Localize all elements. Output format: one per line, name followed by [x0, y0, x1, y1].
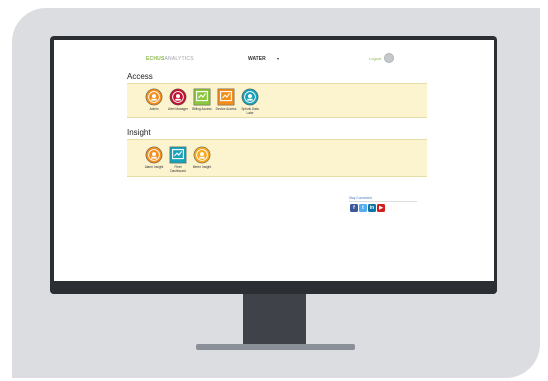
app-header: ECHUSANALYTICS WATER ▾ Logout — [54, 52, 494, 66]
data-lake-icon — [241, 88, 259, 106]
tile-alert-manager[interactable]: Alert Manager — [167, 88, 189, 111]
monitor-chin — [50, 281, 497, 294]
tile-label: Device Access — [215, 107, 237, 111]
insight-panel: Alarm Insight Fleet Dashboard Meter Insigh… — [127, 139, 427, 177]
tile-label: Meter Insight — [192, 165, 212, 169]
access-panel: Admin Alert Manager Billing Access Device A… — [127, 83, 427, 118]
alarm-insight-icon — [145, 146, 163, 164]
youtube-icon[interactable]: ▶ — [377, 204, 385, 212]
tile-fleet-dashboard[interactable]: Fleet Dashboard — [167, 146, 189, 173]
monitor-stand-foot — [196, 344, 355, 350]
tile-label: Alarm Insight — [144, 165, 164, 169]
fleet-dashboard-icon — [169, 146, 187, 164]
section-title-access: Access — [127, 72, 153, 81]
tile-label: Splunk Data Lake — [241, 107, 259, 115]
section-title-insight: Insight — [127, 128, 151, 137]
chevron-down-icon[interactable]: ▾ — [277, 56, 279, 61]
logout-link[interactable]: Logout — [369, 56, 381, 61]
tile-data-lake[interactable]: Splunk Data Lake — [239, 88, 261, 115]
tile-admin[interactable]: Admin — [143, 88, 165, 111]
stay-connected-label: Stay Connected — [349, 196, 372, 200]
monitor-screen: ECHUSANALYTICS WATER ▾ Logout Access Adm… — [54, 40, 494, 281]
admin-icon — [145, 88, 163, 106]
tile-meter-insight[interactable]: Meter Insight — [191, 146, 213, 169]
footer-divider — [349, 201, 417, 202]
facebook-icon[interactable]: f — [350, 204, 358, 212]
tile-label: Billing Access — [192, 107, 212, 111]
app-logo[interactable]: ECHUSANALYTICS — [146, 56, 194, 62]
tile-device-access[interactable]: Device Access — [215, 88, 237, 111]
tile-billing-access[interactable]: Billing Access — [191, 88, 213, 111]
billing-access-icon — [193, 88, 211, 106]
tile-label: Alert Manager — [167, 107, 189, 111]
linkedin-icon[interactable]: in — [368, 204, 376, 212]
tile-label: Fleet Dashboard — [170, 165, 186, 173]
meter-insight-icon — [193, 146, 211, 164]
tile-alarm-insight[interactable]: Alarm Insight — [143, 146, 165, 169]
tile-label: Admin — [149, 107, 159, 111]
twitter-icon[interactable]: t — [359, 204, 367, 212]
device-access-icon — [217, 88, 235, 106]
environment-selector[interactable]: WATER — [248, 56, 266, 62]
monitor-stand-neck — [243, 294, 306, 344]
help-icon[interactable] — [384, 53, 394, 63]
alert-manager-icon — [169, 88, 187, 106]
